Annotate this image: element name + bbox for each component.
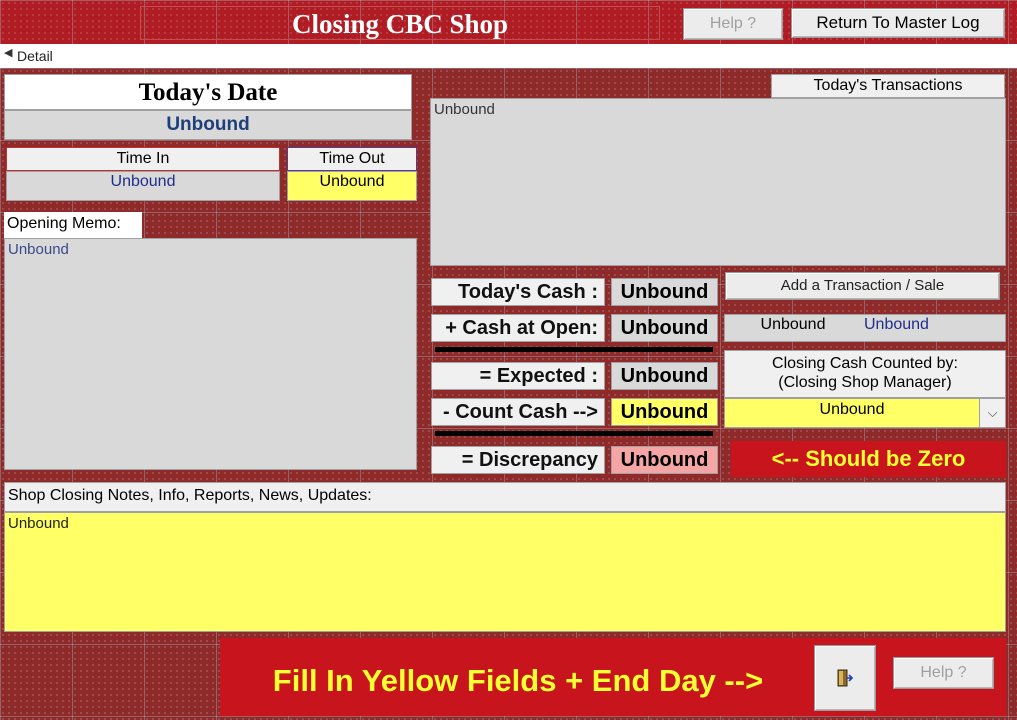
caret-icon: ◀ <box>4 47 13 59</box>
difference-divider-line <box>435 431 713 436</box>
shop-closing-notes-label: Shop Closing Notes, Info, Reports, News,… <box>4 482 1006 512</box>
time-in-field[interactable]: Unbound <box>6 171 280 201</box>
time-in-label: Time In <box>6 147 280 171</box>
opening-memo-label: Opening Memo: <box>4 212 142 238</box>
closing-manager-select[interactable]: Unbound ⌵ <box>724 398 1006 428</box>
form-title: Closing CBC Shop <box>140 6 660 40</box>
sum-divider-line <box>435 347 713 352</box>
add-transaction-button[interactable]: Add a Transaction / Sale <box>725 272 1000 300</box>
help-button-bottom[interactable]: Help ? <box>893 657 994 689</box>
discrepancy-field[interactable]: Unbound <box>611 446 718 474</box>
exit-door-icon <box>837 669 854 687</box>
transaction-field-2[interactable]: Unbound <box>864 316 984 338</box>
todays-date-field[interactable]: Unbound <box>4 110 412 140</box>
count-cash-field[interactable]: Unbound <box>611 398 718 426</box>
todays-transactions-label: Today's Transactions <box>771 74 1005 98</box>
shop-closing-notes-field[interactable]: Unbound <box>4 512 1006 632</box>
opening-memo-field[interactable]: Unbound <box>4 238 417 470</box>
detail-label: Detail <box>17 48 53 64</box>
chevron-down-icon[interactable]: ⌵ <box>979 399 1005 427</box>
expected-label: = Expected : <box>431 362 605 390</box>
todays-cash-label: Today's Cash : <box>431 278 605 306</box>
todays-cash-field[interactable]: Unbound <box>611 278 718 306</box>
todays-transactions-list[interactable]: Unbound <box>430 98 1006 266</box>
closing-counted-by-label: Closing Cash Counted by: (Closing Shop M… <box>724 350 1006 398</box>
detail-section-bar: ◀ Detail <box>0 44 1017 68</box>
end-day-button[interactable] <box>814 645 876 711</box>
expected-field[interactable]: Unbound <box>611 362 718 390</box>
time-out-field[interactable]: Unbound <box>287 171 417 201</box>
cash-at-open-label: + Cash at Open: <box>431 314 605 342</box>
count-cash-label: - Count Cash --> <box>431 398 605 426</box>
todays-date-label: Today's Date <box>4 74 412 110</box>
cash-at-open-field[interactable]: Unbound <box>611 314 718 342</box>
closing-manager-value: Unbound <box>819 401 885 418</box>
discrepancy-label: = Discrepancy <box>431 446 605 474</box>
time-out-label: Time Out <box>287 147 417 171</box>
transaction-field-1[interactable]: Unbound <box>728 316 858 338</box>
should-be-zero-banner: <-- Should be Zero <box>731 441 1006 477</box>
fill-in-end-day-label: Fill In Yellow Fields + End Day --> <box>272 663 764 698</box>
return-to-master-log-button[interactable]: Return To Master Log <box>791 8 1005 38</box>
help-button-top[interactable]: Help ? <box>683 8 783 40</box>
